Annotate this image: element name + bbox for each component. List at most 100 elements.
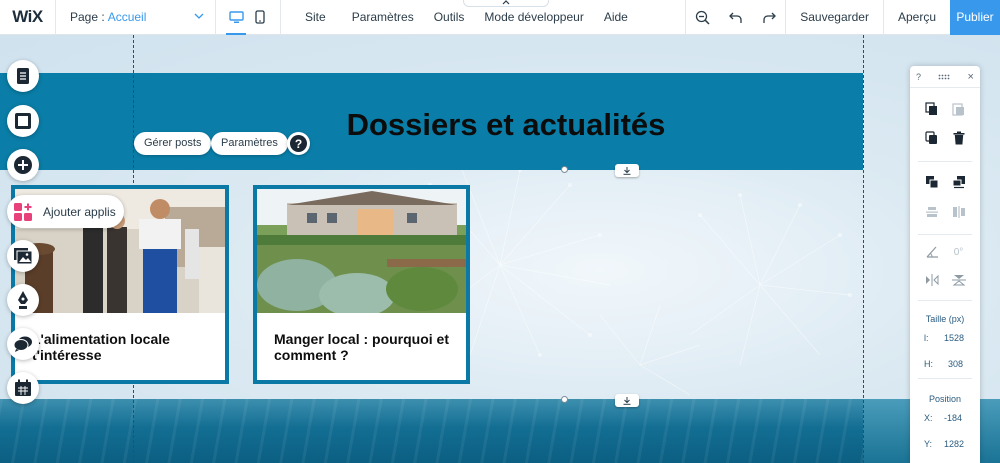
flip-horizontal-button[interactable] (922, 270, 942, 290)
manage-posts-button[interactable]: Gérer posts (134, 132, 212, 155)
download-icon (623, 396, 631, 405)
zoom-out-button[interactable] (686, 0, 719, 35)
add-element-button[interactable] (7, 149, 39, 181)
main-menu: Site Paramètres Outils Mode développeur … (281, 0, 638, 35)
panel-row-flip (910, 270, 980, 290)
width-label: l: (924, 333, 929, 343)
undo-icon (728, 12, 742, 23)
desktop-icon (228, 10, 244, 23)
panel-row-copy (910, 99, 980, 119)
copy-button[interactable] (922, 99, 942, 119)
duplicate-button[interactable] (922, 128, 942, 148)
wix-logo[interactable]: WiX (0, 0, 56, 35)
rotate-button[interactable] (922, 242, 942, 262)
pen-nib-icon (18, 291, 28, 309)
panel-divider (918, 234, 972, 235)
duplicate-icon (925, 131, 937, 144)
align-icon (925, 207, 938, 217)
redo-icon (763, 12, 776, 23)
panel-header: ? × (910, 66, 980, 88)
background-icon (15, 113, 31, 129)
chat-button[interactable] (7, 328, 39, 360)
align-button[interactable] (922, 202, 942, 222)
calendar-icon (15, 379, 31, 396)
flip-vertical-icon (951, 275, 966, 286)
distribute-icon (952, 206, 965, 218)
add-apps-label: Ajouter applis (43, 204, 116, 219)
save-button[interactable]: Sauvegarder (786, 0, 883, 35)
panel-divider (918, 378, 972, 379)
panel-divider (918, 300, 972, 301)
bring-forward-button[interactable] (922, 172, 942, 192)
size-section-label: Taille (px) (925, 314, 965, 324)
send-backward-button[interactable] (949, 172, 969, 192)
stretch-toggle-bottom[interactable] (615, 394, 639, 407)
menu-aide[interactable]: Aide (594, 0, 638, 35)
toolbar-actions: Sauvegarder Aperçu Publier (685, 0, 1000, 35)
rotation-value[interactable]: 0° (949, 242, 969, 262)
undo-button[interactable] (719, 0, 752, 35)
resize-handle-top[interactable] (561, 166, 568, 173)
stretch-toggle-top[interactable] (615, 164, 639, 177)
post-title[interactable]: L'alimentation locale t'intéresse (32, 331, 213, 363)
plus-icon (14, 156, 32, 174)
drag-handle-icon[interactable] (938, 74, 950, 80)
flip-vertical-button[interactable] (949, 270, 969, 290)
device-switcher (216, 0, 281, 35)
panel-row-duplicate (910, 128, 980, 148)
panel-row-rotate: 0° (910, 242, 980, 262)
angle-icon (926, 246, 938, 258)
panel-row-align (910, 202, 980, 222)
chevron-down-icon (194, 13, 204, 19)
paste-button[interactable] (949, 99, 969, 119)
mobile-view-button[interactable] (250, 0, 270, 35)
height-label: H: (924, 359, 933, 369)
resize-handle-bottom[interactable] (561, 396, 568, 403)
page-selector-label: Page : (70, 10, 105, 24)
footer-strip[interactable] (0, 399, 863, 463)
height-input[interactable]: 308 (948, 359, 963, 369)
redo-button[interactable] (752, 0, 785, 35)
blog-settings-button[interactable]: Paramètres (211, 132, 288, 155)
panel-row-arrange (910, 172, 980, 192)
width-input[interactable]: 1528 (944, 333, 964, 343)
post-photo (257, 189, 466, 313)
distribute-button[interactable] (949, 202, 969, 222)
add-apps-button[interactable]: Ajouter applis (7, 195, 124, 228)
delete-button[interactable] (949, 128, 969, 148)
menu-site[interactable]: Site (295, 0, 336, 35)
x-label: X: (924, 413, 933, 423)
bookings-button[interactable] (7, 372, 39, 404)
publish-button[interactable]: Publier (950, 0, 1000, 35)
panel-divider (918, 161, 972, 162)
post-title[interactable]: Manger local : pourquoi et comment ? (274, 331, 454, 363)
background-button[interactable] (7, 105, 39, 137)
image-gallery-icon (14, 248, 33, 265)
chat-bubbles-icon (13, 336, 32, 352)
download-icon (623, 166, 631, 175)
apps-grid-icon (14, 202, 32, 221)
rotation-value-text: 0° (953, 246, 964, 258)
collapse-toolbar-tab[interactable] (463, 0, 549, 7)
x-input[interactable]: -184 (944, 413, 962, 423)
help-button[interactable]: ? (287, 132, 310, 155)
y-input[interactable]: 1282 (944, 439, 964, 449)
blog-post-card[interactable]: Manger local : pourquoi et comment ? (253, 185, 470, 384)
preview-button[interactable]: Aperçu (884, 0, 950, 35)
desktop-view-button[interactable] (226, 0, 246, 35)
pages-icon (17, 68, 29, 84)
mobile-icon (255, 10, 265, 24)
media-button[interactable] (7, 240, 39, 272)
send-backward-icon (952, 176, 965, 189)
panel-help-button[interactable]: ? (916, 72, 921, 82)
pages-button[interactable] (7, 60, 39, 92)
editor-canvas[interactable]: Dossiers et actualités Gérer posts Param… (0, 35, 1000, 463)
right-gridline (863, 35, 864, 463)
panel-close-button[interactable]: × (968, 71, 974, 83)
chevron-up-icon (502, 0, 510, 5)
paste-icon (952, 103, 964, 116)
blog-button[interactable] (7, 284, 39, 316)
flip-horizontal-icon (925, 274, 938, 286)
page-selector[interactable]: Page : Accueil (56, 0, 216, 35)
menu-parametres[interactable]: Paramètres (342, 0, 424, 35)
